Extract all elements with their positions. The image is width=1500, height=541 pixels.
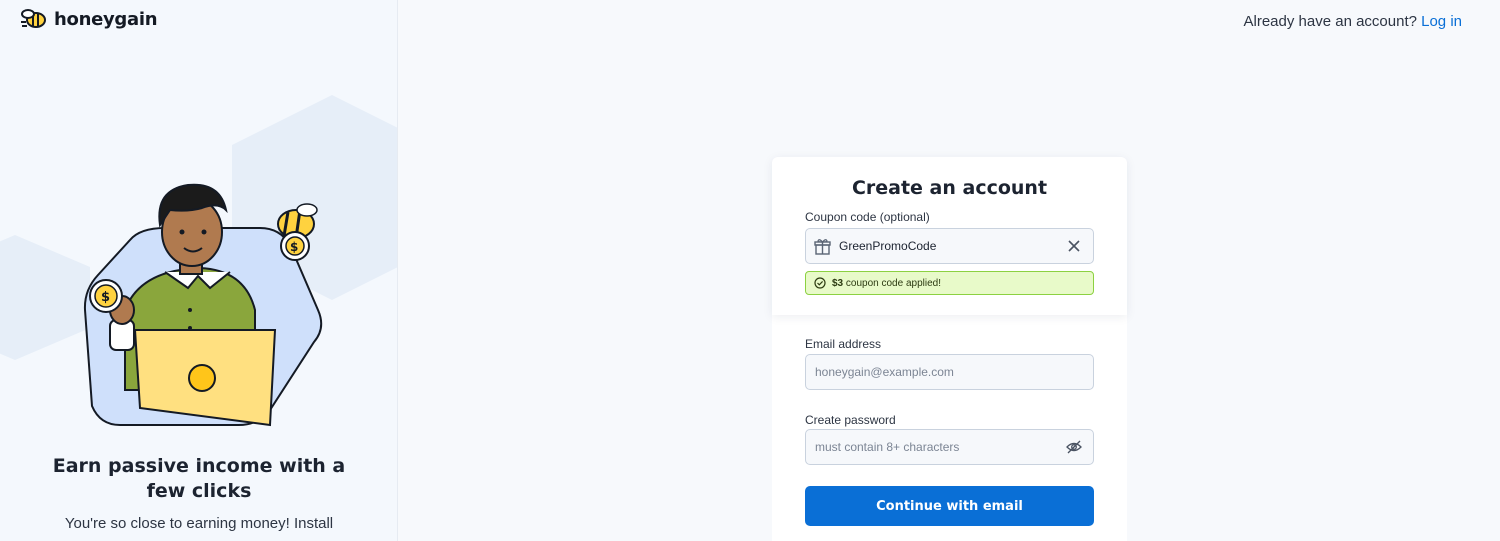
coupon-section: Create an account Coupon code (optional)…: [772, 157, 1127, 315]
left-panel: honeygain $ $ Earn passive income with a…: [0, 0, 398, 541]
login-link[interactable]: Log in: [1421, 13, 1462, 30]
eye-off-icon[interactable]: [1065, 438, 1083, 456]
email-label: Email address: [805, 337, 882, 351]
bee-logo-icon: [21, 9, 46, 28]
password-label: Create password: [805, 413, 896, 427]
clear-icon[interactable]: [1065, 237, 1083, 255]
brand-logo[interactable]: honeygain: [20, 8, 158, 30]
credentials-section: Email address honeygain@example.com Crea…: [772, 315, 1127, 541]
svg-text:$: $: [290, 240, 298, 254]
left-subtext: You're so close to earning money! Instal…: [64, 515, 334, 532]
coupon-applied-badge: $3 coupon code applied!: [805, 271, 1094, 295]
password-field[interactable]: must contain 8+ characters: [805, 429, 1094, 465]
login-prompt: Already have an account? Log in: [1244, 13, 1463, 30]
illustration: $ $: [83, 183, 323, 427]
check-circle-icon: [814, 277, 826, 289]
svg-text:$: $: [101, 290, 110, 305]
gift-icon: [814, 238, 831, 255]
coupon-amount: $3: [832, 277, 844, 289]
login-prompt-text: Already have an account?: [1243, 13, 1417, 30]
email-field[interactable]: honeygain@example.com: [805, 354, 1094, 390]
form-title: Create an account: [851, 177, 1048, 199]
brand-name: honeygain: [54, 8, 158, 30]
coupon-message: coupon code applied!: [845, 277, 941, 289]
coupon-value: GreenPromoCode: [839, 239, 937, 253]
password-placeholder: must contain 8+ characters: [815, 440, 960, 454]
coupon-field[interactable]: GreenPromoCode: [805, 228, 1094, 264]
coupon-label: Coupon code (optional): [805, 210, 930, 224]
continue-email-button[interactable]: Continue with email: [805, 486, 1094, 526]
left-headline: Earn passive income with a few clicks: [52, 455, 346, 502]
signup-card: Create an account Coupon code (optional)…: [772, 157, 1127, 541]
email-placeholder: honeygain@example.com: [815, 365, 954, 379]
